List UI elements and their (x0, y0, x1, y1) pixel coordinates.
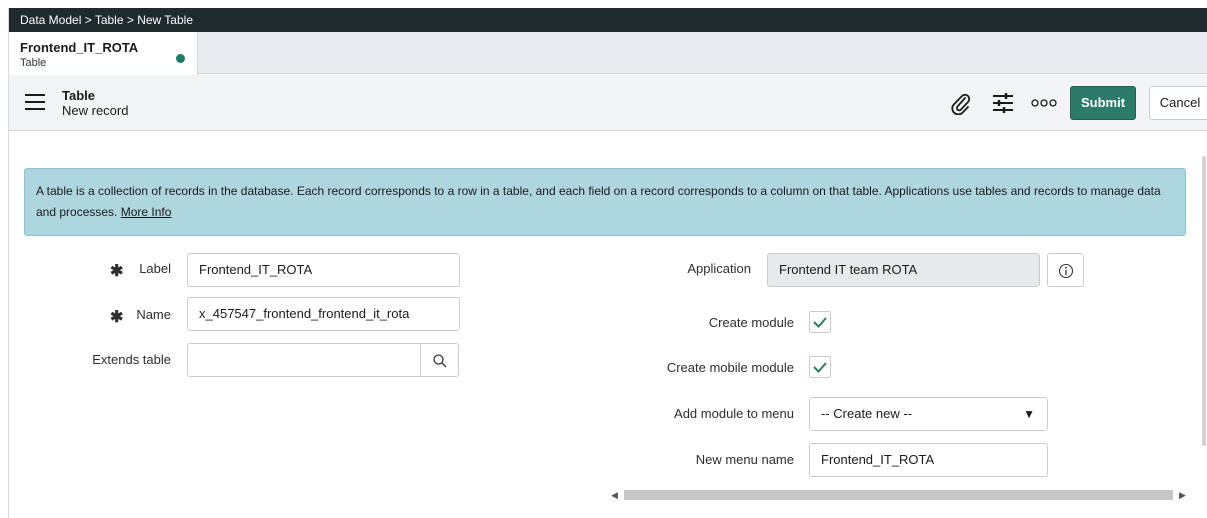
form-header: Table New record Submit Cancel (9, 75, 1207, 131)
header-subtitle: New record (62, 103, 129, 118)
application-label: Application (687, 261, 751, 276)
more-info-link[interactable]: More Info (121, 205, 172, 219)
create-mobile-module-checkbox[interactable] (809, 356, 831, 378)
horizontal-scrollbar[interactable]: ◀ ▶ (607, 488, 1192, 502)
checkmark-icon (813, 362, 827, 373)
cancel-button[interactable]: Cancel (1149, 86, 1207, 120)
application-info-button[interactable] (1047, 253, 1084, 287)
info-text: A table is a collection of records in th… (36, 184, 1161, 219)
header-title: Table (62, 88, 95, 103)
dropdown-arrow-icon: ▼ (1023, 407, 1035, 421)
create-mobile-module-label: Create mobile module (666, 360, 794, 375)
paperclip-icon[interactable] (949, 91, 971, 120)
scroll-right-icon[interactable]: ▶ (1179, 488, 1186, 502)
create-module-checkbox[interactable] (809, 311, 831, 333)
tab-subtitle: Table (20, 57, 47, 69)
tab-frontend-it-rota[interactable]: Frontend_IT_ROTA Table (9, 32, 198, 75)
create-module-label: Create module (708, 315, 794, 330)
lookup-button[interactable] (420, 343, 459, 377)
new-menu-name-label: New menu name (695, 452, 794, 467)
info-message: A table is a collection of records in th… (24, 168, 1186, 236)
vertical-scrollbar-thumb[interactable] (1202, 156, 1206, 446)
tab-title: Frontend_IT_ROTA (20, 40, 139, 55)
extends-table-label: Extends table (92, 352, 171, 367)
tab-strip: Frontend_IT_ROTA Table (9, 32, 1207, 75)
label-field-label: Label (139, 261, 171, 276)
info-circle-icon (1058, 263, 1074, 279)
checkmark-icon (813, 317, 827, 328)
name-field-label: Name (136, 307, 171, 322)
sliders-icon[interactable] (991, 91, 1015, 120)
label-input[interactable]: Frontend_IT_ROTA (187, 253, 460, 287)
horizontal-scrollbar-thumb[interactable] (624, 490, 1173, 500)
new-menu-name-input[interactable]: Frontend_IT_ROTA (809, 443, 1048, 477)
add-module-to-menu-label: Add module to menu (674, 406, 794, 421)
search-icon (433, 354, 447, 368)
add-module-to-menu-select[interactable]: -- Create new -- ▼ (809, 397, 1048, 431)
scroll-left-icon[interactable]: ◀ (611, 488, 618, 502)
hamburger-icon[interactable] (25, 94, 45, 110)
more-options-icon[interactable] (1031, 94, 1057, 117)
breadcrumb: Data Model > Table > New Table (9, 8, 1207, 32)
unsaved-dot-icon (176, 54, 185, 63)
extends-table-input[interactable] (187, 343, 421, 377)
name-input[interactable]: x_457547_frontend_frontend_it_rota (187, 297, 460, 331)
vertical-scrollbar[interactable] (1199, 150, 1207, 450)
submit-button[interactable]: Submit (1070, 86, 1136, 120)
application-field: Frontend IT team ROTA (767, 253, 1040, 287)
add-module-to-menu-value: -- Create new -- (821, 406, 913, 421)
